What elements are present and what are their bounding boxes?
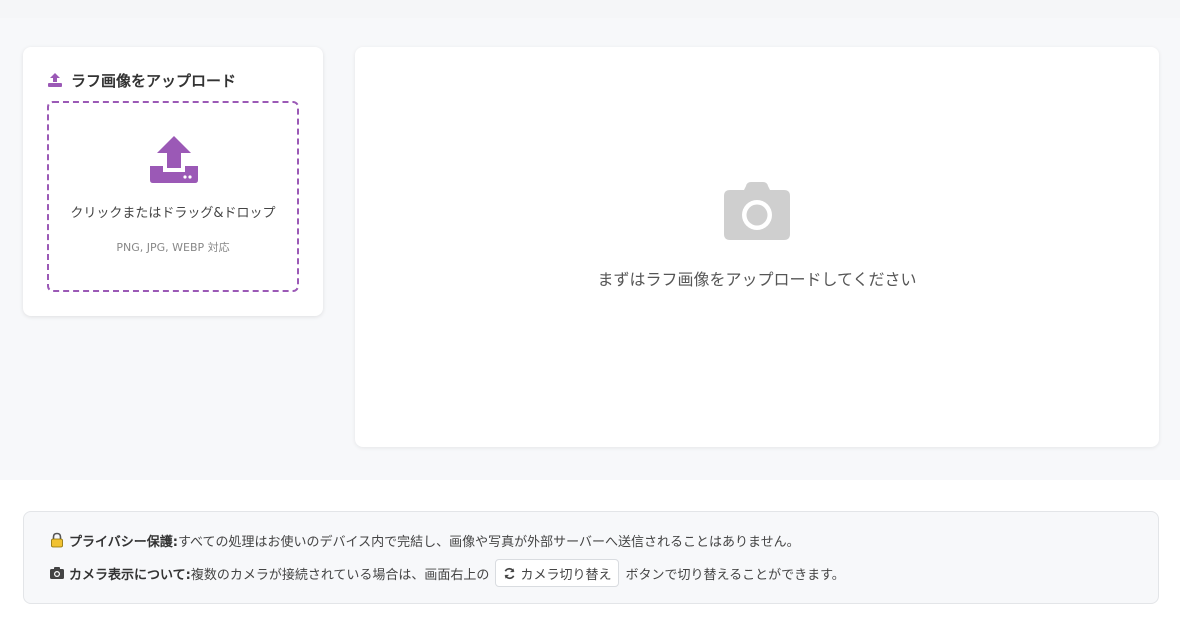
camera-text-after: ボタンで切り替えることができます。 [625,567,845,583]
privacy-notice: プライバシー保護: すべての処理はお使いのデバイス内で完結し、画像や写真が外部サ… [49,530,800,550]
camera-text-before: 複数のカメラが接続されている場合は、画面右上の [190,567,490,583]
upload-card: ラフ画像をアップロード クリックまたはドラッグ&ドロップ PNG, JPG, W… [23,47,323,316]
dropzone-formats: PNG, JPG, WEBP 対応 [116,241,230,254]
camera-switch-button: カメラ切り替え [495,559,620,587]
privacy-text: すべての処理はお使いのデバイス内で完結し、画像や写真が外部サーバーへ送信されるこ… [177,534,800,550]
upload-large-icon [150,136,198,183]
refresh-icon [504,567,515,579]
lock-icon [51,532,63,548]
preview-placeholder-text: まずはラフ画像をアップロードしてください [597,270,917,289]
dropzone-instruction: クリックまたはドラッグ&ドロップ [70,206,276,221]
camera-notice: カメラ表示について: 複数のカメラが接続されている場合は、画面右上の カメラ切り… [49,559,845,587]
top-band [0,0,1180,18]
camera-small-icon [50,567,64,579]
privacy-heading: プライバシー保護: [69,534,178,550]
camera-icon [724,182,790,240]
upload-card-title: ラフ画像をアップロード [47,70,236,90]
upload-title-text: ラフ画像をアップロード [71,71,237,90]
upload-icon [48,73,62,87]
camera-heading: カメラ表示について: [69,567,191,583]
file-dropzone[interactable]: クリックまたはドラッグ&ドロップ PNG, JPG, WEBP 対応 [47,101,299,292]
preview-panel: まずはラフ画像をアップロードしてください [355,47,1159,447]
notice-box: プライバシー保護: すべての処理はお使いのデバイス内で完結し、画像や写真が外部サ… [23,511,1159,604]
camera-switch-label: カメラ切り替え [520,567,612,583]
